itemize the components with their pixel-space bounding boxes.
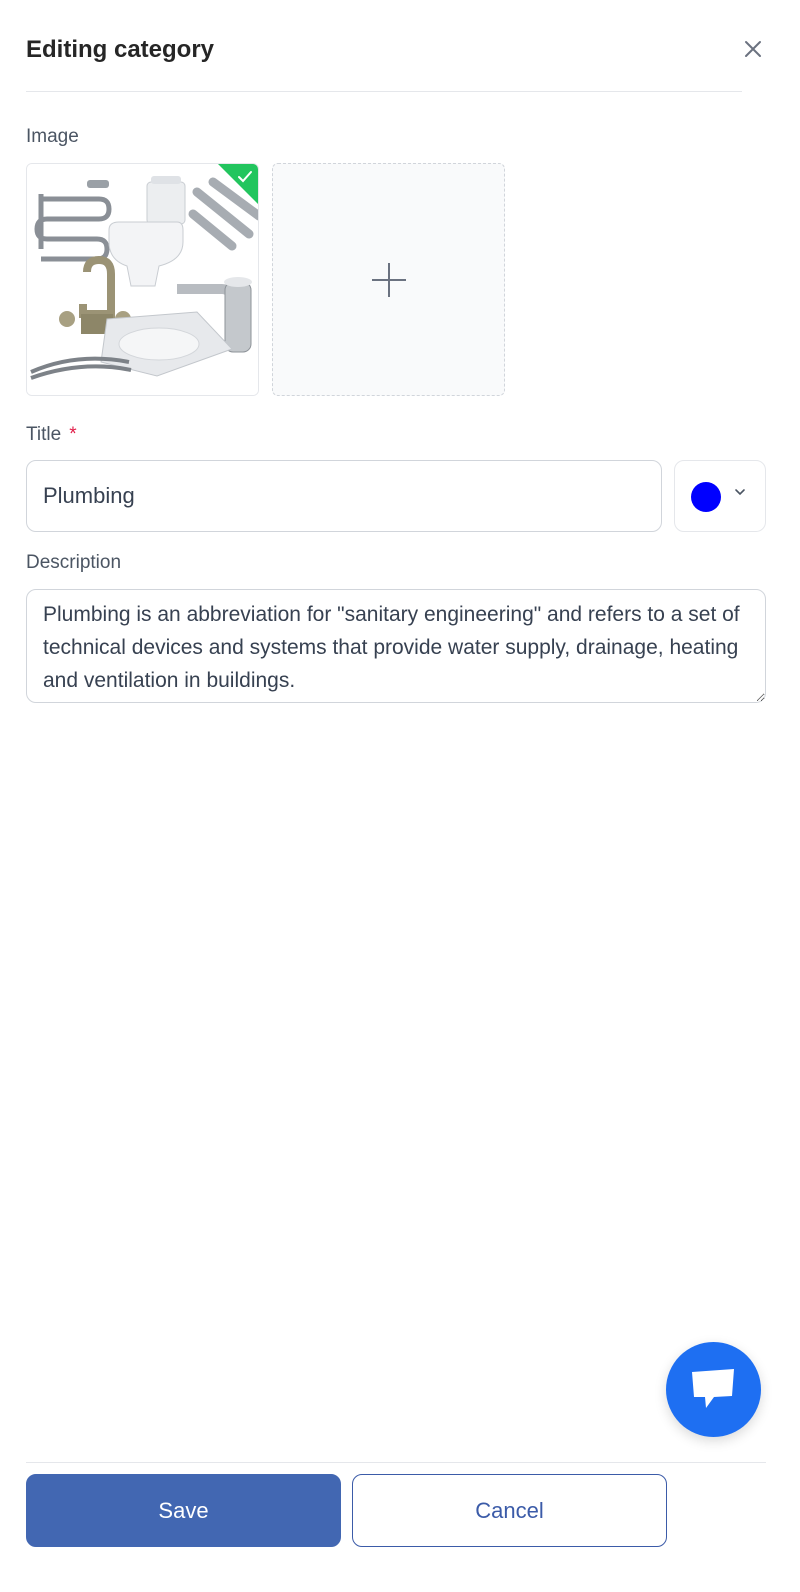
title-label-text: Title bbox=[26, 424, 62, 445]
description-label: Description bbox=[26, 552, 122, 573]
chevron-down-icon bbox=[735, 489, 745, 496]
selected-image-thumbnail[interactable] bbox=[26, 163, 259, 396]
title-label: Title * bbox=[26, 424, 77, 446]
required-marker: * bbox=[69, 424, 77, 445]
title-input[interactable] bbox=[26, 460, 662, 532]
check-icon bbox=[238, 171, 252, 183]
save-button[interactable]: Save bbox=[26, 1474, 341, 1547]
footer-divider bbox=[26, 1462, 766, 1463]
plus-icon bbox=[372, 263, 406, 297]
chat-support-button[interactable] bbox=[666, 1342, 761, 1437]
drawer-header: Editing category bbox=[26, 0, 742, 92]
close-icon bbox=[745, 41, 761, 57]
color-picker[interactable] bbox=[674, 460, 766, 532]
drawer-title: Editing category bbox=[26, 36, 215, 63]
description-textarea[interactable]: Plumbing is an abbreviation for "sanitar… bbox=[26, 589, 766, 703]
upload-image-button[interactable] bbox=[272, 163, 505, 396]
cancel-button[interactable]: Cancel bbox=[352, 1474, 667, 1547]
edit-category-drawer: Editing category Image Title * Plumbing … bbox=[0, 0, 800, 1592]
close-button[interactable] bbox=[740, 36, 766, 62]
image-label: Image bbox=[26, 126, 79, 147]
chat-bubble-icon bbox=[692, 1369, 734, 1408]
color-swatch bbox=[691, 482, 721, 512]
